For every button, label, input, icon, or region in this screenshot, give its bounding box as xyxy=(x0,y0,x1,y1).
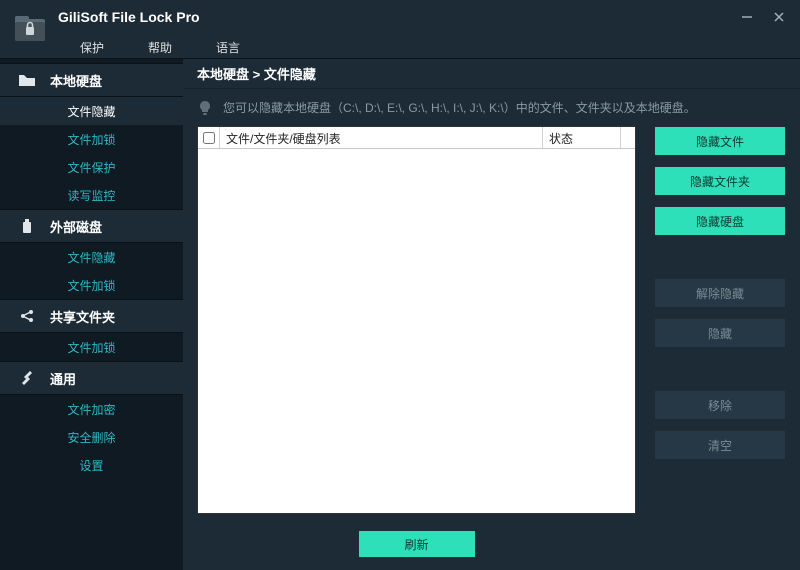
list-panel: 文件/文件夹/硬盘列表 状态 xyxy=(197,126,636,514)
sidebar-header-local-label: 本地硬盘 xyxy=(50,71,102,90)
hint-text: 您可以隐藏本地硬盘（C:\, D:\, E:\, G:\, H:\, I:\, … xyxy=(223,99,696,116)
unhide-button[interactable]: 解除隐藏 xyxy=(654,278,786,308)
bulb-icon xyxy=(197,100,213,116)
sidebar-item-local-monitor[interactable]: 读写监控 xyxy=(0,181,183,209)
tools-icon xyxy=(18,369,36,387)
list-body xyxy=(198,149,635,513)
hint-row: 您可以隐藏本地硬盘（C:\, D:\, E:\, G:\, H:\, I:\, … xyxy=(183,89,800,124)
sidebar-item-general-delete[interactable]: 安全删除 xyxy=(0,423,183,451)
sidebar: 本地硬盘 文件隐藏 文件加锁 文件保护 读写监控 外部磁盘 文件隐藏 文件加锁 … xyxy=(0,58,183,570)
sidebar-item-external-hide[interactable]: 文件隐藏 xyxy=(0,243,183,271)
hide-button[interactable]: 隐藏 xyxy=(654,318,786,348)
close-button[interactable] xyxy=(772,10,786,24)
main-panel: 本地硬盘 > 文件隐藏 您可以隐藏本地硬盘（C:\, D:\, E:\, G:\… xyxy=(183,58,800,570)
refresh-button[interactable]: 刷新 xyxy=(358,530,476,558)
column-status[interactable]: 状态 xyxy=(543,127,621,148)
titlebar: GiliSoft File Lock Pro 保护 帮助 语言 xyxy=(0,0,800,58)
clear-button[interactable]: 清空 xyxy=(654,430,786,460)
select-all-checkbox[interactable] xyxy=(203,132,215,144)
minimize-button[interactable] xyxy=(740,10,754,24)
hide-disk-button[interactable]: 隐藏硬盘 xyxy=(654,206,786,236)
list-header: 文件/文件夹/硬盘列表 状态 xyxy=(198,127,635,149)
sidebar-item-external-lock[interactable]: 文件加锁 xyxy=(0,271,183,299)
sidebar-item-shared-lock[interactable]: 文件加锁 xyxy=(0,333,183,361)
sidebar-item-local-protect[interactable]: 文件保护 xyxy=(0,153,183,181)
action-column: 隐藏文件 隐藏文件夹 隐藏硬盘 解除隐藏 隐藏 移除 清空 xyxy=(654,126,786,514)
sidebar-header-external[interactable]: 外部磁盘 xyxy=(0,209,183,243)
app-icon xyxy=(12,10,48,46)
sidebar-header-external-label: 外部磁盘 xyxy=(50,217,102,236)
sidebar-item-local-hide[interactable]: 文件隐藏 xyxy=(0,97,183,125)
column-name[interactable]: 文件/文件夹/硬盘列表 xyxy=(220,127,543,148)
sidebar-item-general-encrypt[interactable]: 文件加密 xyxy=(0,395,183,423)
select-all-checkbox-cell xyxy=(198,127,220,148)
sidebar-header-local[interactable]: 本地硬盘 xyxy=(0,63,183,97)
breadcrumb: 本地硬盘 > 文件隐藏 xyxy=(183,59,800,89)
hide-folder-button[interactable]: 隐藏文件夹 xyxy=(654,166,786,196)
sidebar-item-general-settings[interactable]: 设置 xyxy=(0,451,183,479)
sidebar-header-shared[interactable]: 共享文件夹 xyxy=(0,299,183,333)
sidebar-item-local-lock[interactable]: 文件加锁 xyxy=(0,125,183,153)
remove-button[interactable]: 移除 xyxy=(654,390,786,420)
share-icon xyxy=(18,307,36,325)
sidebar-header-general[interactable]: 通用 xyxy=(0,361,183,395)
sidebar-header-general-label: 通用 xyxy=(50,369,76,388)
folder-icon xyxy=(18,71,36,89)
usb-icon xyxy=(18,217,36,235)
sidebar-header-shared-label: 共享文件夹 xyxy=(50,307,115,326)
hide-file-button[interactable]: 隐藏文件 xyxy=(654,126,786,156)
app-title: GiliSoft File Lock Pro xyxy=(58,6,740,25)
